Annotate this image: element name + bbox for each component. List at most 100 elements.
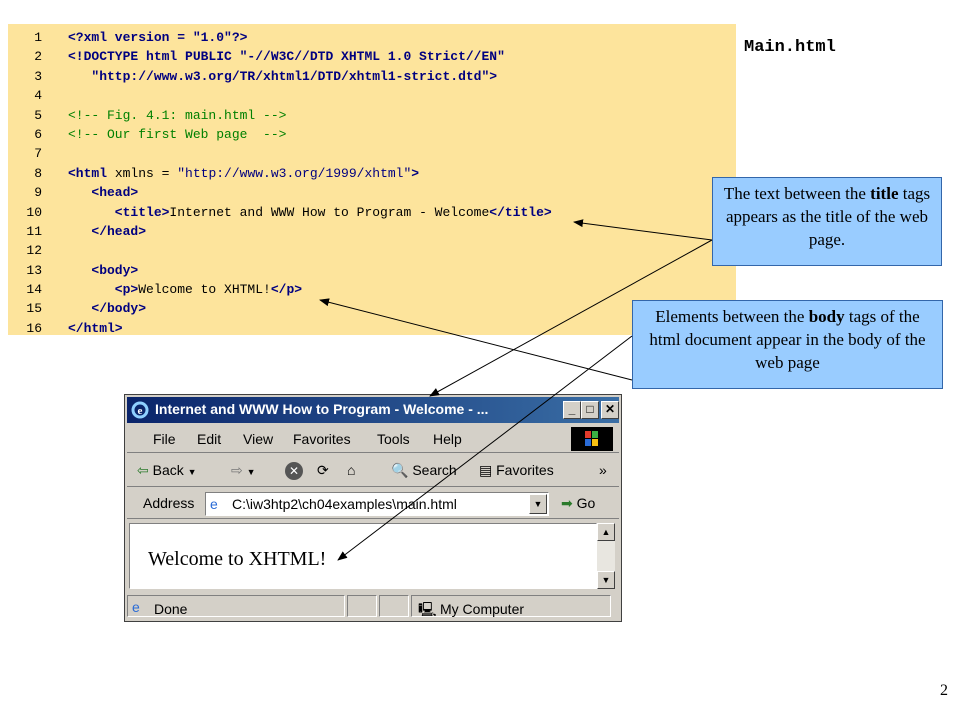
page-icon: e (210, 496, 218, 512)
line-number: 2 (34, 49, 42, 65)
code-text: <!-- Our first Web page --> (68, 125, 286, 144)
menu-bar: File Edit View Favorites Tools Help (127, 425, 619, 453)
favorites-icon: ▤ (479, 462, 493, 478)
code-token: </html> (68, 320, 123, 336)
vertical-scrollbar[interactable]: ▲ ▼ (597, 523, 615, 589)
code-token: xmlns = (114, 165, 178, 181)
code-line: 6 <!-- Our first Web page --> (8, 125, 736, 144)
code-text: <p>Welcome to XHTML!</p> (68, 280, 302, 299)
menu-help[interactable]: Help (433, 431, 462, 447)
code-line: 7 (8, 144, 736, 163)
line-number: 15 (26, 301, 42, 317)
file-title: Main.html (744, 38, 836, 57)
code-text: <title>Internet and WWW How to Program -… (68, 203, 552, 222)
code-token: </head> (68, 223, 147, 239)
code-text: <html xmlns = "http://www.w3.org/1999/xh… (68, 164, 419, 183)
code-token: </body> (68, 301, 147, 317)
code-line: 16 </html> (8, 319, 736, 338)
code-listing: 1 <?xml version = "1.0"?> 2 <!DOCTYPE html … (8, 24, 736, 338)
code-line: 1 <?xml version = "1.0"?> (8, 28, 736, 47)
svg-text:e: e (138, 405, 143, 417)
ie-icon: e (131, 401, 149, 419)
status-bar: e Done 🖳 My Computer (127, 593, 619, 619)
browser-titlebar[interactable]: e Internet and WWW How to Program - Welc… (127, 397, 619, 423)
callout-body-tags: Elements between the body tags of the ht… (632, 300, 943, 389)
code-line: 4 (8, 86, 736, 105)
line-number: 8 (34, 165, 42, 181)
code-token: "http://www.w3.org/1999/xhtml" (177, 165, 412, 181)
refresh-icon: ⟳ (317, 462, 329, 478)
home-button[interactable]: ⌂ (347, 462, 355, 478)
go-arrow-icon: ➡ (561, 495, 573, 511)
status-main: e Done (127, 595, 345, 617)
address-value: C:\iw3htp2\ch04examples\main.html (232, 496, 457, 512)
callout-title-bold: title (870, 184, 899, 203)
code-text: <?xml version = "1.0"?> (68, 28, 247, 47)
code-text: </html> (68, 319, 123, 338)
callout-body-bold: body (808, 307, 845, 326)
back-arrow-icon: ⇦ (137, 462, 149, 478)
refresh-button[interactable]: ⟳ (317, 462, 329, 479)
menu-file[interactable]: File (153, 431, 176, 447)
menu-favorites[interactable]: Favorites (293, 431, 351, 447)
stop-icon: ✕ (285, 462, 303, 480)
code-token: > (411, 165, 420, 181)
code-line: 3 "http://www.w3.org/TR/xhtml1/DTD/xhtml… (8, 67, 736, 86)
line-number: 3 (34, 68, 42, 84)
chevron-down-icon: ▼ (246, 467, 256, 477)
line-number: 10 (26, 204, 42, 220)
done-page-icon: e (132, 599, 140, 615)
code-token: Welcome to XHTML! (138, 282, 271, 298)
browser-window: e Internet and WWW How to Program - Welc… (124, 394, 622, 622)
callout-body-pre: Elements between the (655, 307, 809, 326)
code-text: <!DOCTYPE html PUBLIC "-//W3C//DTD XHTML… (68, 47, 505, 66)
computer-icon: 🖳 (418, 601, 437, 617)
menu-edit[interactable]: Edit (197, 431, 221, 447)
search-button[interactable]: 🔍 Search (391, 462, 457, 479)
maximize-button[interactable]: □ (581, 401, 599, 419)
address-bar: Address e C:\iw3htp2\ch04examples\main.h… (127, 489, 619, 519)
forward-arrow-icon: ⇨ (231, 462, 243, 478)
code-text: <body> (68, 261, 138, 280)
scroll-up-button[interactable]: ▲ (597, 523, 615, 541)
forward-button[interactable]: ⇨ ▼ (231, 462, 256, 479)
code-token: <head> (68, 185, 139, 201)
line-number: 11 (26, 223, 42, 239)
status-seg-3 (379, 595, 409, 617)
stop-button[interactable]: ✕ (285, 462, 303, 480)
search-label: Search (412, 462, 457, 478)
status-right-text: My Computer (440, 601, 525, 617)
code-line: 9 <head> (8, 183, 736, 202)
back-button[interactable]: ⇦ Back ▼ (137, 462, 197, 479)
favorites-button[interactable]: ▤ Favorites (479, 462, 554, 479)
address-label: Address (143, 495, 195, 511)
code-token: Internet and WWW How to Program - Welcom… (169, 204, 490, 220)
go-button[interactable]: ➡ Go (561, 495, 595, 512)
line-number: 4 (34, 88, 42, 104)
code-token: "http://www.w3.org/TR/xhtml1/DTD/xhtml1-… (68, 68, 498, 84)
code-line: 12 (8, 241, 736, 260)
toolbar-more-chevron-icon[interactable]: » (599, 462, 607, 478)
minimize-button[interactable]: _ (563, 401, 581, 419)
window-title: Internet and WWW How to Program - Welcom… (155, 401, 489, 417)
line-number: 12 (26, 243, 42, 259)
go-label: Go (576, 495, 596, 511)
code-token: <body> (68, 262, 139, 278)
line-number: 16 (26, 320, 42, 336)
code-line: 15 </body> (8, 299, 736, 318)
back-label: Back (152, 462, 184, 478)
line-number: 5 (34, 107, 42, 123)
address-input[interactable]: e C:\iw3htp2\ch04examples\main.html ▼ (205, 492, 549, 516)
scroll-down-button[interactable]: ▼ (597, 571, 615, 589)
code-token: </title> (489, 204, 552, 220)
line-number: 13 (26, 262, 42, 278)
code-line: 13 <body> (8, 261, 736, 280)
menu-tools[interactable]: Tools (377, 431, 410, 447)
code-line: 10 <title>Internet and WWW How to Progra… (8, 203, 736, 222)
menu-view[interactable]: View (243, 431, 273, 447)
address-dropdown-button[interactable]: ▼ (529, 494, 547, 514)
close-button[interactable]: ✕ (601, 401, 619, 419)
code-token: <!-- Fig. 4.1: main.html --> (68, 107, 287, 123)
code-text: </head> (68, 222, 146, 241)
code-line: 14 <p>Welcome to XHTML!</p> (8, 280, 736, 299)
